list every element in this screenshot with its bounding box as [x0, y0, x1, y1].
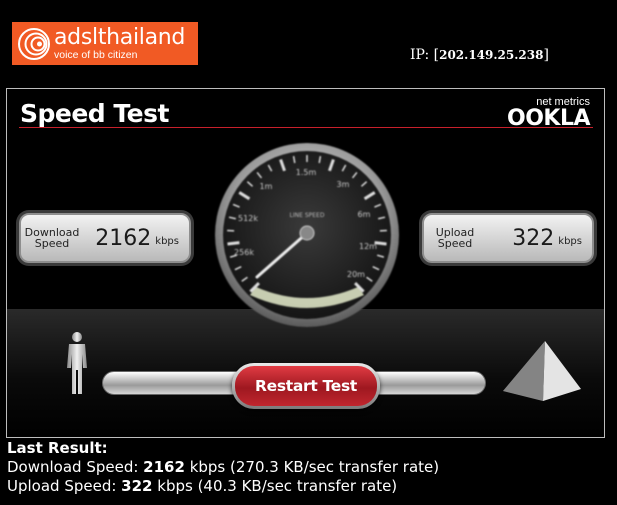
download-label-line2: Speed [34, 237, 70, 250]
gauge-tick-label: 512k [238, 214, 258, 223]
download-result: Download Speed: 2162 kbps (270.3 KB/sec … [7, 458, 439, 477]
upload-value: 322 [512, 225, 555, 251]
upload-label-line2: Speed [437, 237, 473, 250]
logo-name: adslthailand [54, 24, 186, 50]
concentric-circles-icon [18, 27, 50, 60]
last-result-heading: Last Result: [7, 439, 108, 457]
gauge-tick-label: 12m [359, 242, 377, 251]
pyramid-server-icon [503, 341, 581, 401]
download-result-suffix: kbps (270.3 KB/sec transfer rate) [184, 458, 440, 476]
upload-result-value: 322 [121, 477, 153, 495]
speed-gauge: 1m 1.5m 3m 6m 12m 20m 512k 256k LINE SPE… [215, 143, 399, 327]
download-label: Download Speed [21, 227, 83, 249]
download-unit: kbps [155, 235, 179, 247]
gauge-tick-label: 6m [358, 210, 371, 219]
download-result-value: 2162 [143, 458, 185, 476]
ookla-name: OOKLA [507, 106, 591, 131]
restart-test-label: Restart Test [235, 366, 377, 406]
upload-result-suffix: kbps (40.3 KB/sec transfer rate) [152, 477, 398, 495]
upload-unit: kbps [558, 235, 582, 247]
speedtest-panel: Speed Test net metrics OOKLA 1m 1.5m 3m … [6, 88, 605, 438]
restart-test-button[interactable]: Restart Test [232, 363, 380, 409]
ip-label: IP: [410, 47, 430, 63]
download-value: 2162 [95, 225, 152, 251]
gauge-hub [299, 225, 315, 241]
site-logo[interactable]: adslthailand voice of bb citizen [12, 22, 198, 65]
upload-speed-box: Upload Speed 322 kbps [422, 213, 594, 263]
gauge-tick-label: 3m [337, 180, 350, 189]
ip-address: IP: [202.149.25.238] [410, 47, 549, 63]
gauge-tick-label: 256k [234, 248, 254, 257]
upload-result: Upload Speed: 322 kbps (40.3 KB/sec tran… [7, 477, 439, 496]
upload-result-prefix: Upload Speed: [7, 477, 122, 495]
panel-title: Speed Test [20, 99, 169, 128]
gauge-tick-label: 1.5m [296, 168, 317, 177]
gauge-tick [227, 241, 240, 246]
download-result-prefix: Download Speed: [7, 458, 144, 476]
person-icon [67, 332, 87, 394]
logo-tagline: voice of bb citizen [54, 48, 138, 61]
upload-label: Upload Speed [424, 227, 486, 249]
ip-value: 202.149.25.238 [439, 48, 544, 62]
ookla-logo[interactable]: net metrics OOKLA [507, 97, 591, 131]
last-result: Last Result: Download Speed: 2162 kbps (… [7, 439, 439, 496]
gauge-tick-label: 20m [347, 270, 365, 279]
gauge-tick-label: 1m [260, 182, 273, 191]
download-speed-box: Download Speed 2162 kbps [19, 213, 191, 263]
gauge-label: LINE SPEED [290, 212, 325, 219]
